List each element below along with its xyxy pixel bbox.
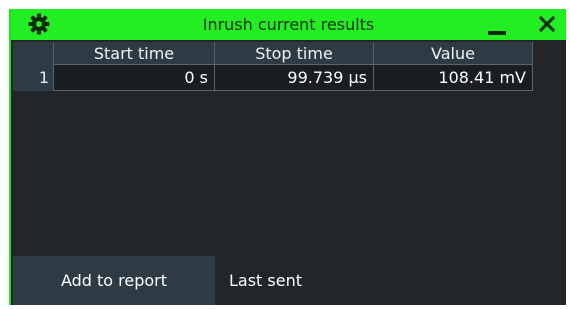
stop-time-cell[interactable]: 99.739 µs [214, 64, 374, 91]
last-sent-label: Last sent [229, 271, 303, 290]
start-time-cell[interactable]: 0 s [53, 64, 215, 91]
close-icon[interactable] [537, 14, 557, 34]
add-to-report-button[interactable]: Add to report [13, 256, 215, 305]
value-cell[interactable]: 108.41 mV [373, 64, 533, 91]
column-header-stop-time[interactable]: Stop time [214, 42, 374, 65]
results-table: Start time Stop time Value 1 0 s 99.739 … [13, 42, 533, 91]
column-header-value[interactable]: Value [373, 42, 533, 65]
row-number: 1 [13, 64, 54, 91]
row-number-header [13, 42, 54, 65]
footer: Add to report Last sent [13, 256, 566, 305]
minimize-icon[interactable] [484, 19, 512, 35]
results-dialog: Inrush current results Start time Stop t… [9, 9, 566, 305]
title-bar[interactable]: Inrush current results [11, 9, 566, 40]
table-row[interactable]: 1 0 s 99.739 µs 108.41 mV [13, 64, 533, 91]
table-header-row: Start time Stop time Value [13, 42, 533, 65]
dialog-title: Inrush current results [202, 15, 375, 34]
column-header-start-time[interactable]: Start time [53, 42, 215, 65]
